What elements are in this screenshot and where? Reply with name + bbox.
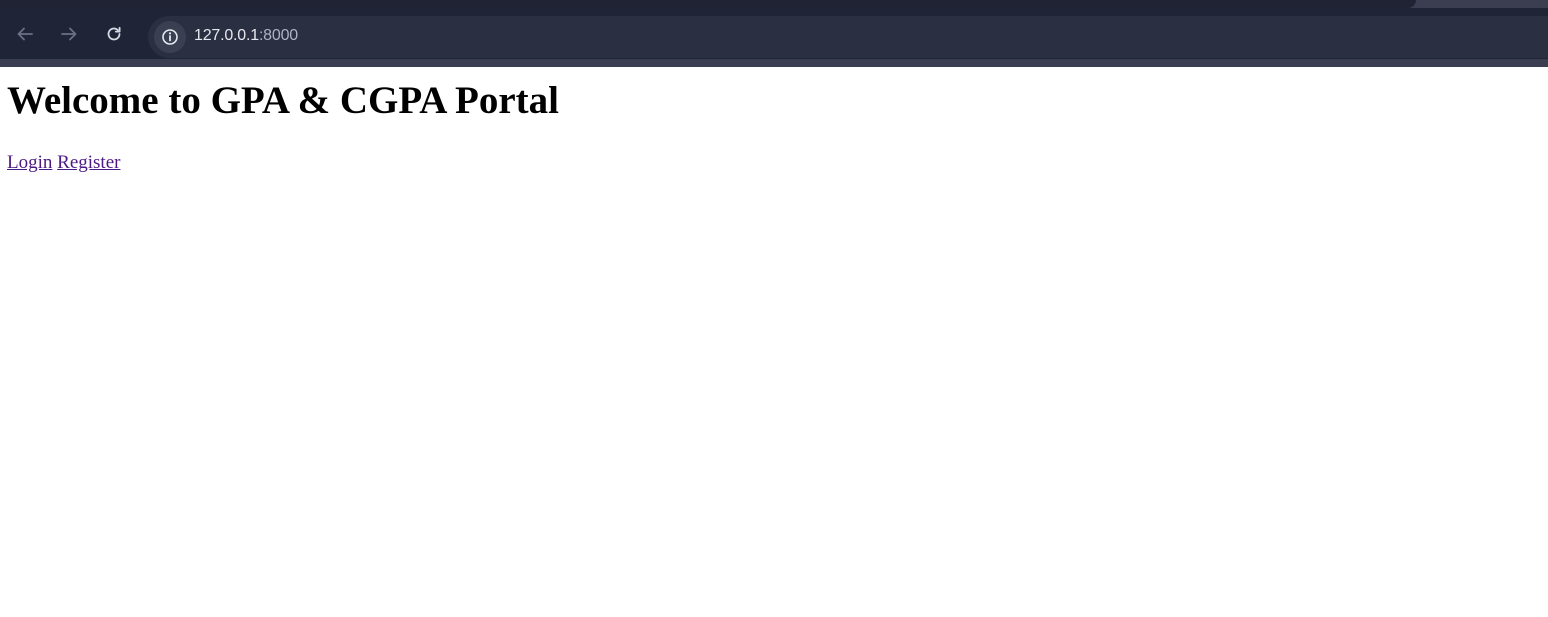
address-bar[interactable]: 127.0.0.1:8000 bbox=[148, 16, 1548, 58]
browser-chrome: 127.0.0.1:8000 bbox=[0, 0, 1548, 67]
reload-button[interactable] bbox=[101, 21, 127, 47]
url-host: 127.0.0.1 bbox=[194, 27, 259, 44]
url-text[interactable]: 127.0.0.1:8000 bbox=[194, 27, 298, 45]
page-content: Welcome to GPA & CGPA Portal Login Regis… bbox=[0, 79, 1548, 175]
back-button[interactable] bbox=[12, 21, 38, 47]
active-tab[interactable] bbox=[0, 0, 1416, 8]
login-link[interactable]: Login bbox=[7, 152, 52, 173]
toolbar-divider bbox=[0, 59, 1548, 67]
page-title: Welcome to GPA & CGPA Portal bbox=[7, 79, 559, 122]
auth-links: Login Register bbox=[7, 151, 1541, 175]
site-info-button[interactable] bbox=[154, 21, 186, 53]
register-link[interactable]: Register bbox=[57, 152, 120, 173]
reload-icon bbox=[107, 26, 121, 41]
url-port: :8000 bbox=[258, 27, 298, 44]
info-icon bbox=[162, 29, 178, 45]
tab-strip bbox=[0, 0, 1548, 8]
arrow-left-icon bbox=[17, 27, 33, 41]
browser-toolbar: 127.0.0.1:8000 bbox=[0, 8, 1548, 59]
forward-button[interactable] bbox=[56, 21, 82, 47]
arrow-right-icon bbox=[61, 27, 77, 41]
